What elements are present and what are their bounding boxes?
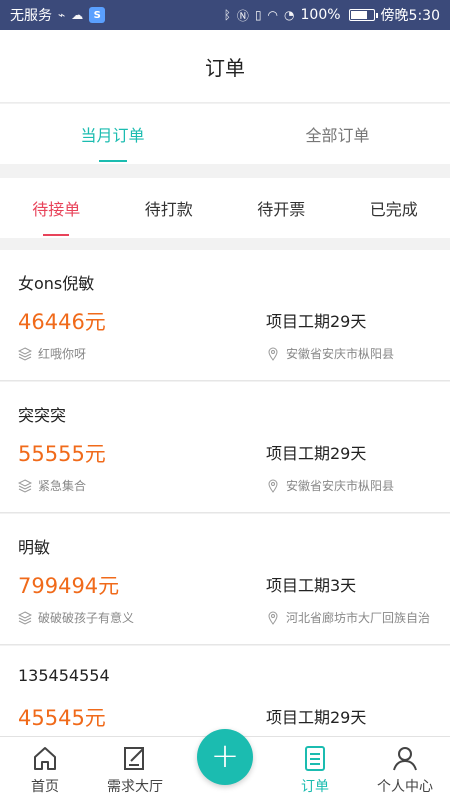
order-category: 破破破孩子有意义 xyxy=(18,609,134,626)
order-location: 河北省廊坊市大厂回族自治 xyxy=(266,609,430,626)
location-pin-icon xyxy=(268,479,278,493)
order-category-text: 紧急集合 xyxy=(38,479,87,493)
tab-pending-invoice[interactable]: 待开票 xyxy=(225,178,338,238)
order-price: 45545元 xyxy=(18,706,106,730)
order-card[interactable]: 明敏 799494元 项目工期3天 破破破孩子有意义 河北省廊坊市大厂回族自治 xyxy=(0,514,450,645)
order-period: 项目工期29天 xyxy=(266,444,367,463)
order-category-text: 红哦你呀 xyxy=(38,347,87,361)
order-location-text: 安徽省安庆市枞阳县 xyxy=(286,347,395,361)
battery-percent: 100% xyxy=(300,7,341,23)
edit-icon xyxy=(124,747,144,770)
order-price: 55555元 xyxy=(18,442,106,466)
clock: 傍晚5:30 xyxy=(380,8,440,24)
nav-home-label: 首页 xyxy=(31,779,59,795)
plus-icon: + xyxy=(210,735,240,776)
location-pin-icon xyxy=(268,347,278,361)
nav-orders-label: 订单 xyxy=(301,779,329,795)
order-location-text: 安徽省安庆市枞阳县 xyxy=(286,479,395,493)
order-category: 紧急集合 xyxy=(18,477,86,494)
primary-tabs: 当月订单 全部订单 xyxy=(0,104,450,164)
order-period: 项目工期29天 xyxy=(266,312,367,331)
nav-orders[interactable]: 订单 xyxy=(270,737,360,800)
order-client-name: 明敏 xyxy=(18,538,51,557)
status-bar: 无服务 ⌁ ☁ S ᛒ Ⓝ ▯ ◠ ◔ 100% 傍晚5:30 xyxy=(0,0,450,30)
order-location: 安徽省安庆市枞阳县 xyxy=(266,477,394,494)
nav-demand-hall-label: 需求大厅 xyxy=(107,779,163,795)
order-card[interactable]: 突突突 55555元 项目工期29天 紧急集合 安徽省安庆市枞阳县 xyxy=(0,382,450,513)
order-icon xyxy=(305,746,325,771)
order-card[interactable]: 女ons倪敏 46446元 项目工期29天 红哦你呀 安徽省安庆市枞阳县 xyxy=(0,250,450,381)
layers-icon xyxy=(18,478,32,493)
app-badge-icon: S xyxy=(89,7,106,23)
usb-icon: ⌁ xyxy=(58,8,66,22)
tab-completed[interactable]: 已完成 xyxy=(338,178,450,238)
home-icon xyxy=(34,747,56,770)
nav-profile-label: 个人中心 xyxy=(377,779,433,795)
carrier-text: 无服务 xyxy=(10,8,52,24)
bluetooth-icon: ᛒ xyxy=(223,8,231,22)
page-title: 订单 xyxy=(205,55,245,80)
status-right: ᛒ Ⓝ ▯ ◠ ◔ 100% 傍晚5:30 xyxy=(224,5,440,25)
order-category: 红哦你呀 xyxy=(18,345,86,362)
order-price: 46446元 xyxy=(18,310,106,334)
tab-pending-payment[interactable]: 待打款 xyxy=(113,178,226,238)
layers-icon xyxy=(18,610,32,625)
order-period: 项目工期3天 xyxy=(266,576,357,595)
nav-profile[interactable]: 个人中心 xyxy=(360,737,450,800)
wifi-icon: ◠ xyxy=(267,8,279,22)
cloud-icon: ☁ xyxy=(71,8,84,22)
order-category-text: 破破破孩子有意义 xyxy=(38,611,135,625)
vibrate-icon: ▯ xyxy=(254,8,262,22)
page-header: 订单 xyxy=(0,30,450,103)
tab-current-month-orders[interactable]: 当月订单 xyxy=(0,104,225,164)
nfc-icon: Ⓝ xyxy=(236,8,249,23)
nav-demand-hall[interactable]: 需求大厅 xyxy=(90,737,180,800)
order-period: 项目工期29天 xyxy=(266,708,367,727)
battery-icon xyxy=(348,9,378,21)
order-list: 女ons倪敏 46446元 项目工期29天 红哦你呀 安徽省安庆市枞阳县 突突突… xyxy=(0,250,450,778)
add-order-button[interactable]: + xyxy=(197,729,253,785)
order-location-text: 河北省廊坊市大厂回族自治 xyxy=(286,611,431,625)
nav-home[interactable]: 首页 xyxy=(0,737,90,800)
status-left: 无服务 ⌁ ☁ S xyxy=(10,5,106,25)
tab-pending-accept[interactable]: 待接单 xyxy=(0,178,113,238)
order-client-name: 135454554 xyxy=(18,666,110,685)
order-client-name: 突突突 xyxy=(18,406,67,425)
user-icon xyxy=(393,747,417,771)
status-tabs: 待接单 待打款 待开票 已完成 xyxy=(0,178,450,238)
order-location: 安徽省安庆市枞阳县 xyxy=(266,345,394,362)
location-pin-icon xyxy=(268,611,278,625)
layers-icon xyxy=(18,346,32,361)
order-client-name: 女ons倪敏 xyxy=(18,274,95,293)
order-price: 799494元 xyxy=(18,574,120,598)
alarm-icon: ◔ xyxy=(284,8,295,22)
tab-all-orders[interactable]: 全部订单 xyxy=(225,104,450,164)
